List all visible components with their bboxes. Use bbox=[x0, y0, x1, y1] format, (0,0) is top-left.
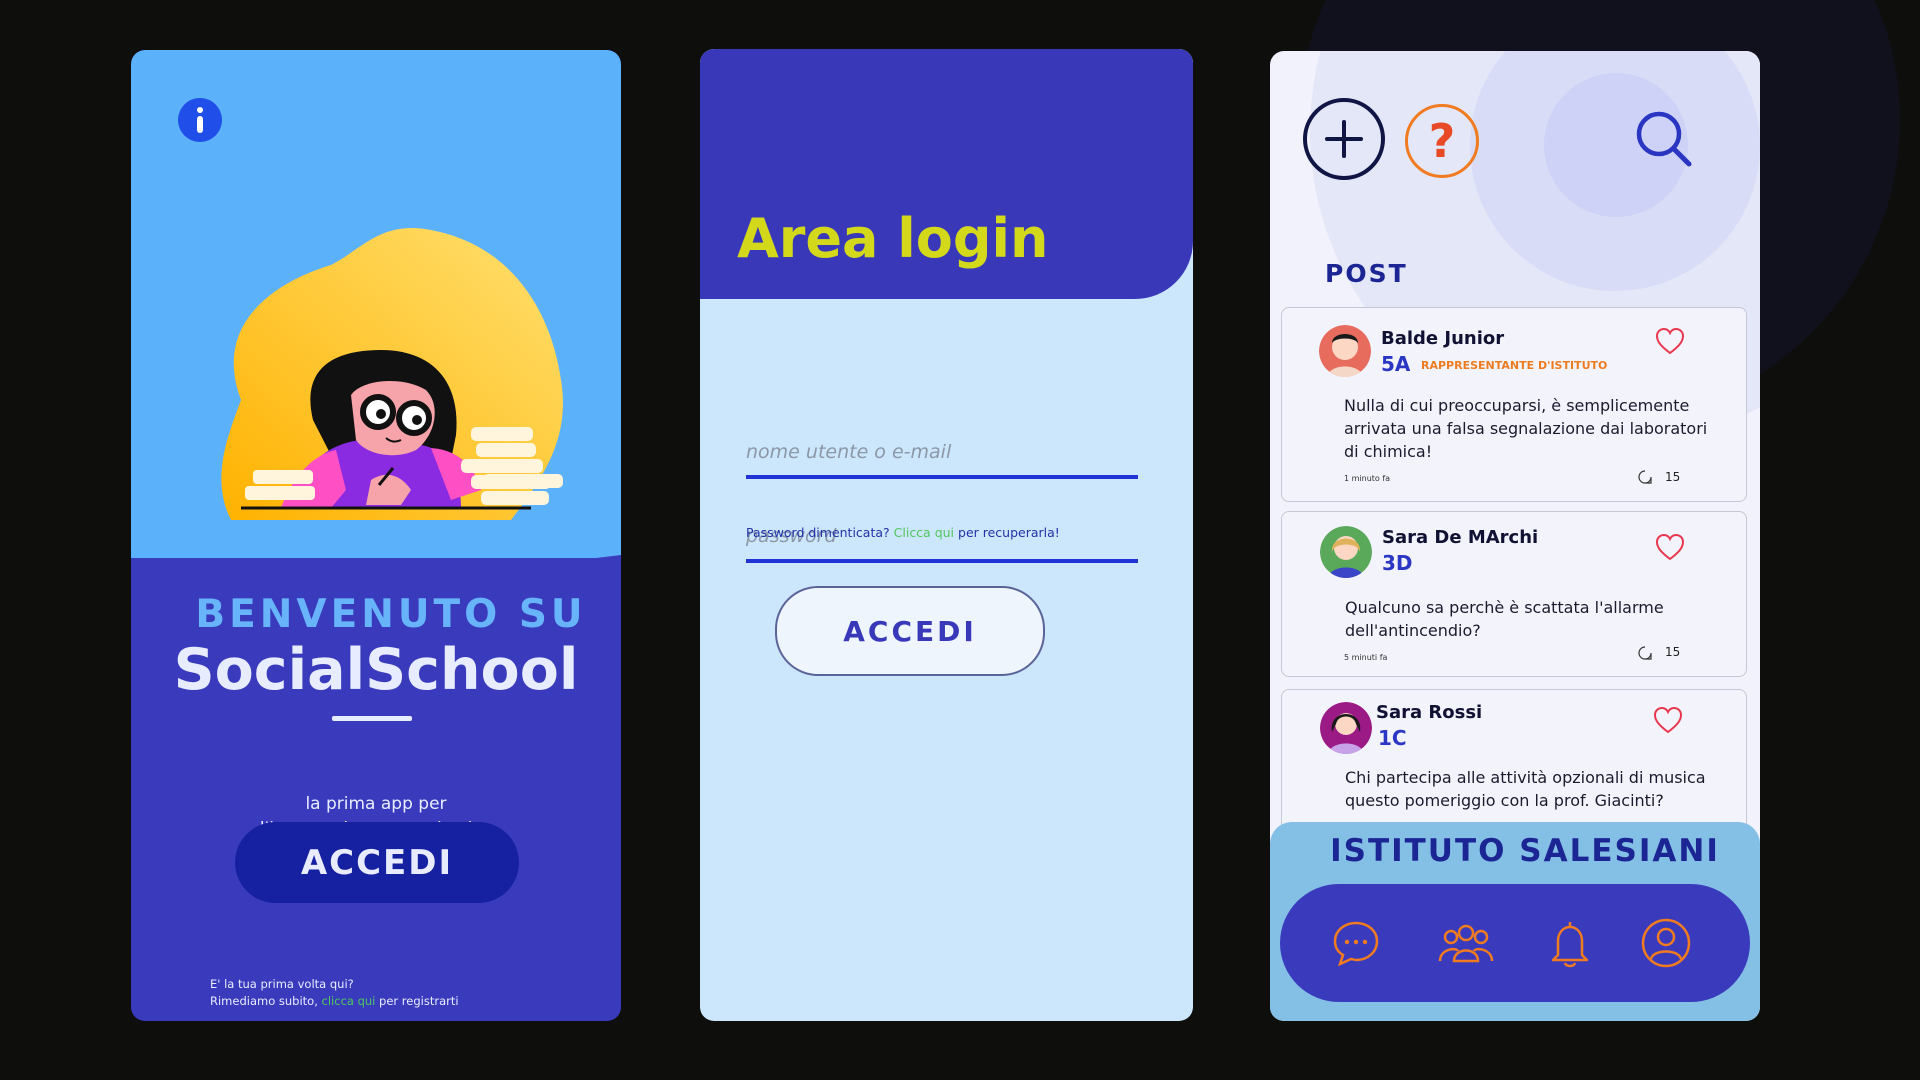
comment-icon[interactable] bbox=[1637, 645, 1653, 661]
divider bbox=[332, 716, 412, 721]
search-icon[interactable] bbox=[1633, 108, 1695, 170]
add-post-icon[interactable] bbox=[1303, 98, 1385, 180]
login-button[interactable]: ACCEDI bbox=[775, 586, 1045, 676]
like-heart-icon[interactable] bbox=[1652, 705, 1684, 735]
bell-icon[interactable] bbox=[1544, 917, 1596, 969]
post-card[interactable]: Balde Junior 5A RAPPRESENTANTE D'ISTITUT… bbox=[1281, 307, 1747, 502]
avatar bbox=[1320, 526, 1372, 578]
like-heart-icon[interactable] bbox=[1654, 532, 1686, 562]
post-text: Nulla di cui preoccuparsi, è semplicemen… bbox=[1344, 396, 1708, 461]
help-icon[interactable]: ? bbox=[1405, 104, 1479, 178]
welcome-screen: BENVENUTO SU SocialSchool la prima app p… bbox=[131, 50, 621, 1021]
register-prefix: Rimediamo subito, bbox=[210, 994, 322, 1008]
login-header: Area login bbox=[700, 49, 1193, 299]
hero-area bbox=[131, 50, 621, 558]
group-icon[interactable] bbox=[1436, 917, 1496, 969]
first-time-text: E' la tua prima volta qui? bbox=[210, 977, 354, 991]
forgot-prefix: Password dimenticata? bbox=[746, 525, 894, 540]
post-text: Chi partecipa alle attività opzionali di… bbox=[1345, 768, 1706, 810]
comment-count: 15 bbox=[1665, 645, 1681, 659]
posts-heading: POST bbox=[1325, 259, 1408, 288]
username-field[interactable] bbox=[746, 415, 1138, 479]
forgot-suffix: per recuperarla! bbox=[954, 525, 1060, 540]
school-name: ISTITUTO SALESIANI bbox=[1330, 833, 1720, 869]
chat-icon[interactable] bbox=[1330, 917, 1382, 969]
avatar bbox=[1319, 325, 1371, 377]
register-prompt: E' la tua prima volta qui? Rimediamo sub… bbox=[210, 976, 570, 1010]
register-suffix: per registrarti bbox=[375, 994, 459, 1008]
post-time: 5 minuti fa bbox=[1344, 653, 1388, 662]
username-input[interactable] bbox=[746, 441, 1136, 463]
post-class: 3D bbox=[1382, 551, 1413, 575]
post-class: 5A bbox=[1381, 352, 1411, 376]
accedi-button[interactable]: ACCEDI bbox=[235, 822, 519, 903]
app-name: SocialSchool bbox=[173, 637, 579, 703]
login-screen: Area login Password dimenticata? Clicca … bbox=[700, 49, 1193, 1021]
profile-icon[interactable] bbox=[1640, 917, 1692, 969]
forgot-password: Password dimenticata? Clicca qui per rec… bbox=[746, 525, 1060, 540]
welcome-heading: BENVENUTO SU bbox=[195, 592, 587, 637]
avatar bbox=[1320, 702, 1372, 754]
post-class: 1C bbox=[1378, 726, 1407, 750]
post-card[interactable]: Sara Rossi 1C Chi partecipa alle attivit… bbox=[1281, 689, 1747, 839]
forgot-link[interactable]: Clicca qui bbox=[894, 525, 954, 540]
like-heart-icon[interactable] bbox=[1654, 326, 1686, 356]
post-role: RAPPRESENTANTE D'ISTITUTO bbox=[1421, 359, 1608, 372]
register-link[interactable]: clicca qui bbox=[322, 994, 376, 1008]
bottom-panel: ISTITUTO SALESIANI bbox=[1270, 822, 1760, 1021]
post-author: Sara De MArchi bbox=[1382, 527, 1539, 548]
comment-count: 15 bbox=[1665, 470, 1681, 484]
feed-screen: ? POST Balde Junior 5A RAPPRESENTANTE D'… bbox=[1270, 51, 1760, 1021]
post-text: Qualcuno sa perchè è scattata l'allarme … bbox=[1345, 598, 1664, 640]
login-title: Area login bbox=[737, 207, 1049, 270]
post-author: Sara Rossi bbox=[1376, 702, 1483, 723]
post-time: 1 minuto fa bbox=[1344, 474, 1391, 483]
post-card[interactable]: Sara De MArchi 3D Qualcuno sa perchè è s… bbox=[1281, 511, 1747, 677]
comment-icon[interactable] bbox=[1637, 469, 1653, 485]
post-author: Balde Junior bbox=[1381, 328, 1505, 349]
bottom-nav bbox=[1280, 884, 1750, 1002]
tagline-line-1: la prima app per bbox=[305, 794, 447, 814]
student-illustration bbox=[221, 228, 563, 520]
